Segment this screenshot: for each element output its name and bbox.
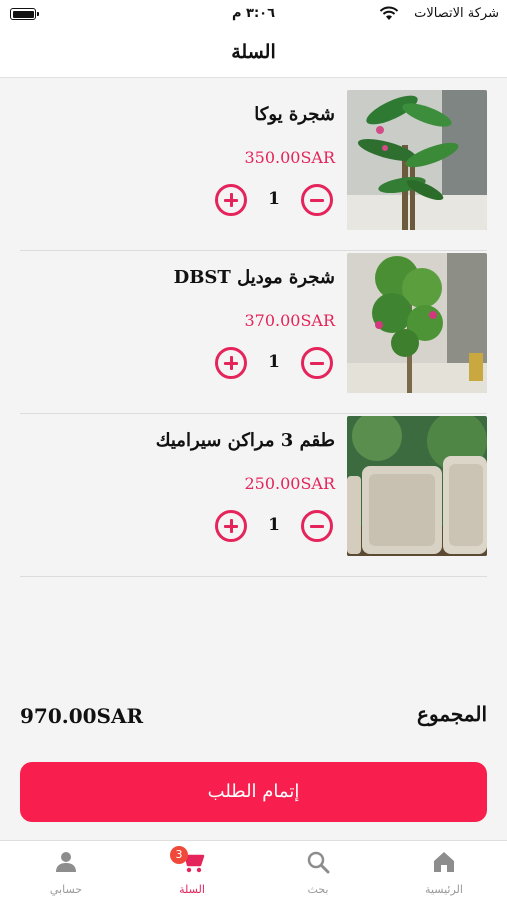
quantity-stepper: 1: [215, 510, 333, 544]
product-price: 250.00SAR: [244, 474, 335, 493]
tab-label: حسابي: [49, 883, 83, 896]
product-price: 370.00SAR: [244, 311, 335, 330]
quantity-stepper: 1: [215, 184, 333, 218]
search-icon: [307, 851, 330, 874]
decrease-quantity-button[interactable]: [301, 184, 333, 216]
product-name: شجرة يوكا: [254, 104, 335, 125]
total-row: المجموع 970.00SAR: [20, 700, 487, 736]
tab-account[interactable]: حسابي: [3, 841, 129, 900]
product-image[interactable]: [347, 416, 487, 556]
product-price: 350.00SAR: [244, 148, 335, 167]
total-value: 970.00SAR: [20, 704, 144, 728]
product-image[interactable]: [347, 253, 487, 393]
tab-home[interactable]: الرئيسية: [381, 841, 507, 900]
tab-label: الرئيسية: [425, 883, 463, 896]
cart-item: طقم 3 مراكن سيراميك 250.00SAR 1: [20, 414, 487, 577]
carrier-name: شركة الاتصالات: [414, 6, 499, 21]
product-name: طقم 3 مراكن سيراميك: [155, 430, 335, 451]
cart-item: شجرة موديل DBST 370.00SAR 1: [20, 251, 487, 414]
status-bar: ٣:٠٦ م شركة الاتصالات: [0, 0, 507, 30]
product-name: شجرة موديل DBST: [173, 267, 335, 288]
cart-count-badge: 3: [170, 846, 188, 864]
quantity-stepper: 1: [215, 347, 333, 381]
home-icon: [434, 852, 454, 872]
tab-search[interactable]: بحث: [255, 841, 381, 900]
tab-cart[interactable]: 3 السلة: [129, 841, 255, 900]
decrease-quantity-button[interactable]: [301, 510, 333, 542]
total-label: المجموع: [417, 702, 487, 726]
tab-label: السلة: [179, 883, 205, 896]
cart-list: شجرة يوكا 350.00SAR 1 شجرة موديل DBST 37…: [0, 88, 507, 577]
account-icon: [56, 852, 76, 872]
cart-item: شجرة يوكا 350.00SAR 1: [20, 88, 487, 251]
checkout-button[interactable]: إتمام الطلب: [20, 762, 487, 822]
wifi-icon: [379, 6, 399, 20]
product-image[interactable]: [347, 90, 487, 230]
page-title: السلة: [0, 30, 507, 78]
decrease-quantity-button[interactable]: [301, 347, 333, 379]
tab-label: بحث: [307, 883, 329, 896]
tab-bar: الرئيسية بحث 3 السلة حسابي: [0, 840, 507, 900]
